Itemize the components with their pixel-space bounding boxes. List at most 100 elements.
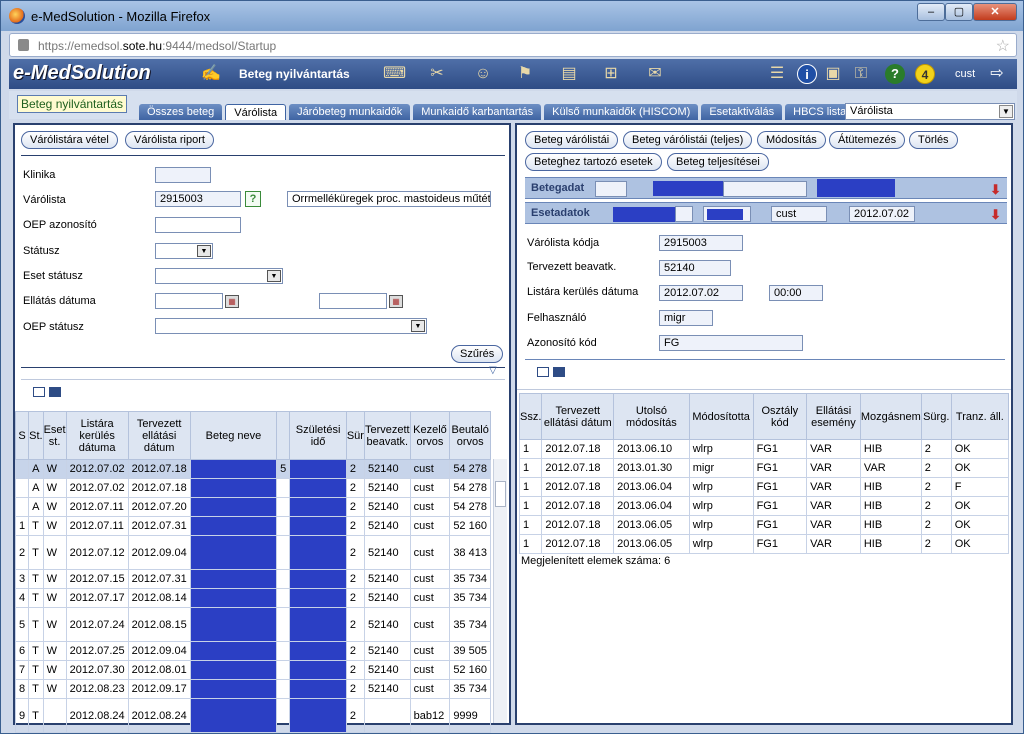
grid-view-icon[interactable] [537,367,549,377]
grid-export-icon[interactable] [49,387,61,397]
collapse-chevron-icon[interactable]: ▽ [489,365,497,376]
table-row[interactable]: 1 2012.07.18 2013.06.05 wlrp FG1 VAR HIB 2 OK [518,534,1010,554]
notification-badge[interactable]: 4 [915,64,935,84]
table-row[interactable]: 7 T W 2012.07.30 2012.08.01 2 52140 cust 52 160 [14,660,491,680]
tab-jarobeteg-munkaidok[interactable]: Járóbeteg munkaidők [289,104,411,120]
col-header[interactable]: Ssz. [518,393,543,440]
tab-hbcs-lista[interactable]: HBCS lista [785,104,855,120]
bookmark-star-icon[interactable]: ☆ [996,36,1010,56]
col-header[interactable]: Módosította [688,393,754,440]
table-row[interactable]: 5 T W 2012.07.24 2012.08.15 2 52140 cust 35 734 [14,607,491,642]
col-header[interactable]: S [14,411,30,460]
statusz-select[interactable]: ▼ [155,243,213,259]
beteg-varolistai-teljes-button[interactable]: Beteg várólistái (teljes) [623,131,753,149]
exit-door-icon[interactable]: ⚑ [515,64,535,84]
table-row[interactable]: 1 2012.07.18 2013.06.04 wlrp FG1 VAR HIB 2 F [518,477,1010,497]
tools-icon[interactable]: ✂ [427,64,447,84]
szures-button[interactable]: Szűrés [451,345,504,363]
oep-azonosito-input[interactable] [155,217,241,233]
grid-export-icon[interactable] [553,367,565,377]
doctor-icon[interactable]: ☺ [473,64,493,84]
chevron-down-icon[interactable]: ▼ [267,270,281,282]
col-header[interactable]: Beteg neve [189,411,278,460]
key-icon[interactable]: ⚿ [851,64,871,84]
patient-register-icon[interactable]: ✍ [201,64,221,84]
table-row[interactable]: A W 2012.07.11 2012.07.20 2 52140 cust 54 278 [14,497,491,517]
col-header[interactable]: Eset st. [42,411,67,460]
col-header[interactable]: Utolsó módosítás [613,393,690,440]
keyboard-icon[interactable]: ⌨ [383,64,406,84]
chevron-down-icon[interactable]: ▼ [411,320,425,332]
beteg-varolistai-button[interactable]: Beteg várólistái [525,131,619,149]
oep-statusz-select[interactable]: ▼ [155,318,427,334]
varolista-lookup-button[interactable]: ? [245,191,261,207]
tab-osszes-beteg[interactable]: Összes beteg [139,104,223,120]
varolistara-vetel-button[interactable]: Várólistára vétel [21,131,118,149]
beteghez-tartozo-esetek-button[interactable]: Beteghez tartozó esetek [525,153,662,171]
calendar-icon[interactable]: ▦ [389,295,403,308]
table-scrollbar[interactable] [493,459,507,723]
col-header[interactable]: Ellátási esemény [806,393,861,440]
close-button[interactable]: ✕ [973,3,1017,21]
table-row[interactable]: A W 2012.07.02 2012.07.18 5 2 52140 cust 54 278 [14,459,491,479]
calendar-icon[interactable]: ▦ [225,295,239,308]
col-header[interactable]: Beutaló orvos [449,411,491,460]
info-icon[interactable]: i [797,64,817,84]
table-row[interactable]: 1 2012.07.18 2013.01.30 migr FG1 VAR VAR 2 OK [518,458,1010,478]
table-row[interactable]: 3 T W 2012.07.15 2012.07.31 2 52140 cust 35 734 [14,569,491,589]
table-row[interactable]: 1 T W 2012.07.11 2012.07.31 2 52140 cust 52 160 [14,516,491,536]
col-header[interactable]: St. [28,411,44,460]
minimize-button[interactable]: – [917,3,945,21]
varolista-riport-button[interactable]: Várólista riport [125,131,214,149]
grid-view-icon[interactable] [33,387,45,397]
torles-button[interactable]: Törlés [909,131,958,149]
atutemezes-button[interactable]: Átütemezés [829,131,906,149]
table-row[interactable]: 8 T W 2012.08.23 2012.09.17 2 52140 cust 35 734 [14,679,491,699]
table-row[interactable]: 9 T 2012.08.24 2012.08.24 2 bab12 9999 [14,698,491,733]
tab-kulso-munkaidok[interactable]: Külső munkaidők (HISCOM) [544,104,699,120]
table-row[interactable]: 1 2012.07.18 2013.06.04 wlrp FG1 VAR HIB 2 OK [518,496,1010,516]
chevron-down-icon[interactable]: ▼ [999,105,1013,118]
view-select[interactable]: Várólista ▼ [845,103,1015,120]
eset-statusz-select[interactable]: ▼ [155,268,283,284]
col-header[interactable]: Listára kerülés dátuma [65,411,129,460]
delete-arrow-icon[interactable]: ⬇ [990,182,1001,198]
klinika-field[interactable] [155,167,211,183]
address-bar[interactable]: https://emedsol.sote.hu:9444/medsol/Star… [9,33,1017,57]
report-icon[interactable]: ☰ [767,64,787,84]
table-row[interactable]: 1 2012.07.18 2013.06.10 wlrp FG1 VAR HIB 2 OK [518,439,1010,459]
col-header[interactable]: Sür [345,411,365,460]
table-row[interactable]: 4 T W 2012.07.17 2012.08.14 2 52140 cust 35 734 [14,588,491,608]
table-row[interactable]: 1 2012.07.18 2013.06.05 wlrp FG1 VAR HIB 2 OK [518,515,1010,535]
logout-icon[interactable]: ⇨ [987,64,1007,84]
col-header[interactable]: Tranz. áll. [950,393,1010,440]
table-row[interactable]: 2 T W 2012.07.12 2012.09.04 2 52140 cust 38 413 [14,535,491,570]
beteg-teljesitesei-button[interactable]: Beteg teljesítései [667,153,769,171]
col-header[interactable]: Sürg. [920,393,952,440]
ellatas-datuma-to[interactable] [319,293,387,309]
col-header[interactable]: Tervezett beavatk. [363,411,411,460]
help-icon[interactable]: ? [885,64,905,84]
org-chart-icon[interactable]: ⊞ [601,64,621,84]
table-row[interactable]: 6 T W 2012.07.25 2012.09.04 2 52140 cust 39 505 [14,641,491,661]
betegadat-bar[interactable]: Betegadat ⬇ [525,177,1007,199]
mail-icon[interactable]: ✉ [645,64,665,84]
tab-varolista[interactable]: Várólista [225,104,287,120]
col-header[interactable]: Mozgásnem [859,393,922,440]
delete-arrow-icon[interactable]: ⬇ [990,207,1001,223]
tab-munkaido-karbantartas[interactable]: Munkaidő karbantartás [413,104,542,120]
scrollbar-thumb[interactable] [495,481,506,507]
col-header[interactable]: Kezelő orvos [409,411,451,460]
modositas-button[interactable]: Módosítás [757,131,826,149]
computer-icon[interactable]: ▣ [823,64,843,84]
tab-esetaktivalas[interactable]: Esetaktiválás [701,104,783,120]
col-header[interactable]: Születési idő [289,411,347,460]
pdf-icon[interactable]: ▤ [559,64,579,84]
maximize-button[interactable]: ▢ [945,3,973,21]
col-header[interactable]: Tervezett ellátási dátum [127,411,191,460]
varolista-field[interactable]: 2915003 [155,191,241,207]
ellatas-datuma-from[interactable] [155,293,223,309]
table-row[interactable]: A W 2012.07.02 2012.07.18 2 52140 cust 54 278 [14,478,491,498]
chevron-down-icon[interactable]: ▼ [197,245,211,257]
col-header[interactable]: Osztály kód [752,393,808,440]
